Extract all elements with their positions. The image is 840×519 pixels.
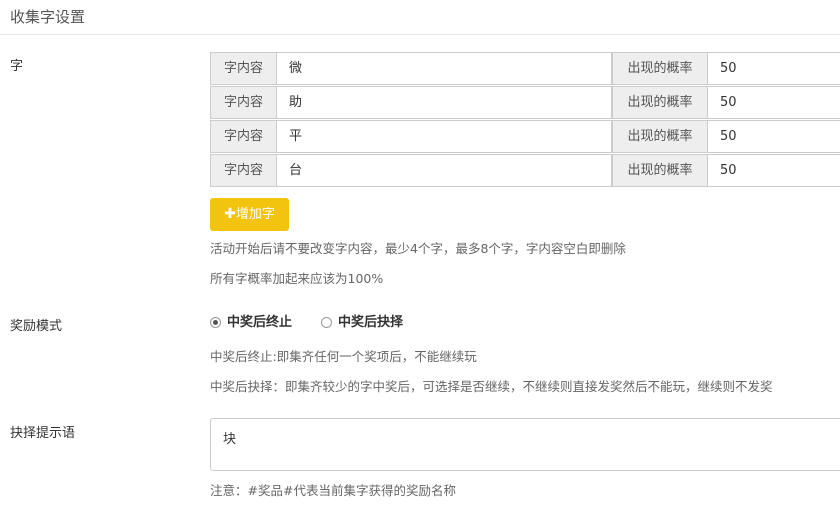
- char-content-addon: 字内容: [210, 154, 277, 187]
- char-content-input[interactable]: 助: [277, 86, 612, 119]
- char-content-input[interactable]: 台: [277, 154, 612, 187]
- add-char-button[interactable]: ✚增加字: [210, 198, 289, 231]
- char-prob-addon: 出现的概率: [612, 154, 708, 187]
- plus-icon: ✚: [224, 206, 236, 222]
- add-char-label: 增加字: [235, 207, 275, 222]
- prompt-label: 抉择提示语: [10, 426, 76, 441]
- radio-checked-icon[interactable]: [210, 317, 221, 328]
- char-content-input[interactable]: 平: [277, 120, 612, 153]
- char-prob-addon: 出现的概率: [612, 52, 708, 85]
- radio-label: 中奖后抉择: [338, 315, 404, 330]
- char-row: 字内容 助 出现的概率 50: [210, 86, 840, 119]
- reward-mode-help-stop: 中奖后终止:即集齐任何一个奖项后，不能继续玩: [210, 349, 477, 364]
- page-title: 收集字设置: [10, 8, 86, 26]
- radio-unchecked-icon[interactable]: [321, 317, 332, 328]
- reward-mode-help-choose: 中奖后抉择：即集齐较少的字中奖后，可选择是否继续，不继续则直接发奖然后不能玩，继…: [210, 379, 773, 394]
- char-content-addon: 字内容: [210, 52, 277, 85]
- char-prob-addon: 出现的概率: [612, 120, 708, 153]
- reward-mode-label: 奖励模式: [10, 319, 63, 334]
- char-row: 字内容 微 出现的概率 50: [210, 52, 840, 85]
- radio-label: 中奖后终止: [227, 315, 293, 330]
- char-prob-input[interactable]: 50: [708, 120, 840, 153]
- chars-help-text: 活动开始后请不要改变字内容，最少4个字，最多8个字，字内容空白即删除: [210, 241, 626, 256]
- chars-prob-help-text: 所有字概率加起来应该为100%: [210, 271, 384, 286]
- char-content-addon: 字内容: [210, 86, 277, 119]
- char-row: 字内容 平 出现的概率 50: [210, 120, 840, 153]
- chars-label: 字: [10, 59, 24, 74]
- prompt-textarea[interactable]: 块: [210, 418, 840, 471]
- char-content-addon: 字内容: [210, 120, 277, 153]
- char-prob-input[interactable]: 50: [708, 52, 840, 85]
- page-header: 收集字设置: [0, 0, 840, 35]
- char-content-input[interactable]: 微: [277, 52, 612, 85]
- char-prob-input[interactable]: 50: [708, 86, 840, 119]
- char-prob-addon: 出现的概率: [612, 86, 708, 119]
- char-prob-input[interactable]: 50: [708, 154, 840, 187]
- char-row: 字内容 台 出现的概率 50: [210, 154, 840, 187]
- prompt-help-text: 注意：#奖品#代表当前集字获得的奖励名称: [210, 483, 456, 498]
